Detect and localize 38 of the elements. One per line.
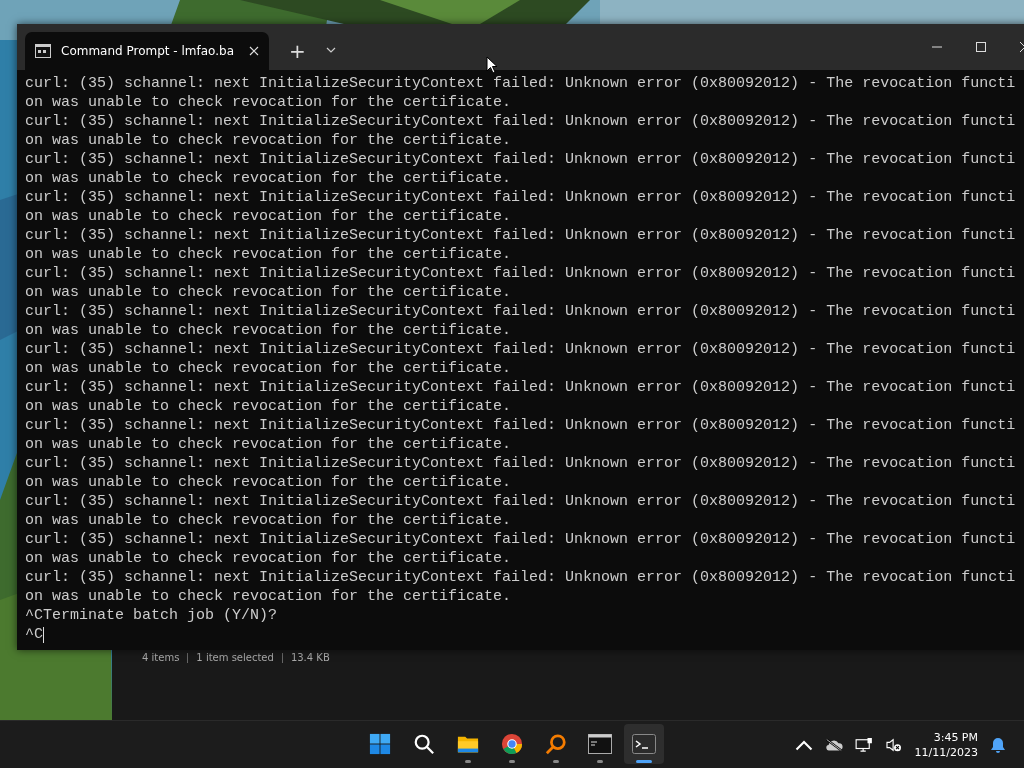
terminal-line: curl: (35) schannel: next InitializeSecurityContext failed: Unknown error (0x80092012) - The revocation functi	[25, 454, 1016, 473]
terminal-line: curl: (35) schannel: next InitializeSecurityContext failed: Unknown error (0x80092012) - The revocation functi	[25, 226, 1016, 245]
terminal-tab[interactable]: Command Prompt - lmfao.ba	[25, 32, 269, 70]
terminal-line: on was unable to check revocation for the certificate.	[25, 397, 512, 416]
terminal-line: curl: (35) schannel: next InitializeSecurityContext failed: Unknown error (0x80092012) - The revocation functi	[25, 264, 1016, 283]
new-tab-button[interactable]: +	[281, 41, 314, 61]
terminal-line: on was unable to check revocation for the certificate.	[25, 93, 512, 112]
terminal-line: curl: (35) schannel: next InitializeSecurityContext failed: Unknown error (0x80092012) - The revocation functi	[25, 416, 1016, 435]
terminal-line: on was unable to check revocation for the certificate.	[25, 549, 512, 568]
terminal-line: curl: (35) schannel: next InitializeSecurityContext failed: Unknown error (0x80092012) - The revocation functi	[25, 188, 1016, 207]
terminal-line: on was unable to check revocation for the certificate.	[25, 169, 512, 188]
terminal-line: on was unable to check revocation for the certificate.	[25, 359, 512, 378]
terminal-line: curl: (35) schannel: next InitializeSecurityContext failed: Unknown error (0x80092012) - The revocation functi	[25, 150, 1016, 169]
terminal-line: on was unable to check revocation for the certificate.	[25, 473, 512, 492]
clock-time[interactable]: 3:45 PM	[933, 729, 978, 745]
terminal-line: curl: (35) schannel: next InitializeSecurityContext failed: Unknown error (0x80092012) - The revocation functi	[25, 568, 1016, 587]
terminal-line: on was unable to check revocation for the certificate.	[25, 511, 512, 530]
tab-title: Command Prompt - lmfao.ba	[61, 44, 235, 58]
clock-date[interactable]: 11/11/2023	[914, 744, 978, 760]
terminal-line: ^CTerminate batch job (Y/N)?	[25, 606, 278, 625]
terminal-line: on was unable to check revocation for the certificate.	[25, 283, 512, 302]
terminal-line: on was unable to check revocation for the certificate.	[25, 131, 512, 150]
terminal-line: curl: (35) schannel: next InitializeSecurityContext failed: Unknown error (0x80092012) - The revocation functi	[25, 112, 1016, 131]
status-text: 4 items	[142, 652, 180, 664]
terminal-line: on was unable to check revocation for the certificate.	[25, 587, 512, 606]
terminal-line: curl: (35) schannel: next InitializeSecurityContext failed: Unknown error (0x80092012) - The revocation functi	[25, 340, 1016, 359]
terminal-line: on was unable to check revocation for the certificate.	[25, 207, 512, 226]
terminal-line: curl: (35) schannel: next InitializeSecurityContext failed: Unknown error (0x80092012) - The revocation functi	[25, 74, 1016, 93]
terminal-line: curl: (35) schannel: next InitializeSecurityContext failed: Unknown error (0x80092012) - The revocation functi	[25, 302, 1016, 321]
status-text: 1 item selected	[196, 652, 274, 664]
terminal-line: curl: (35) schannel: next InitializeSecurityContext failed: Unknown error (0x80092012) - The revocation functi	[25, 378, 1016, 397]
terminal-line: on was unable to check revocation for the certificate.	[25, 321, 512, 340]
status-text: 13.4 KB	[290, 652, 330, 664]
terminal-line: curl: (35) schannel: next InitializeSecurityContext failed: Unknown error (0x80092012) - The revocation functi	[25, 530, 1016, 549]
terminal-line: on was unable to check revocation for the certificate.	[25, 435, 512, 454]
terminal-line: ^C	[25, 625, 43, 644]
terminal-line: on was unable to check revocation for the certificate.	[25, 245, 512, 264]
terminal-line: curl: (35) schannel: next InitializeSecurityContext failed: Unknown error (0x80092012) - The revocation functi	[25, 492, 1016, 511]
